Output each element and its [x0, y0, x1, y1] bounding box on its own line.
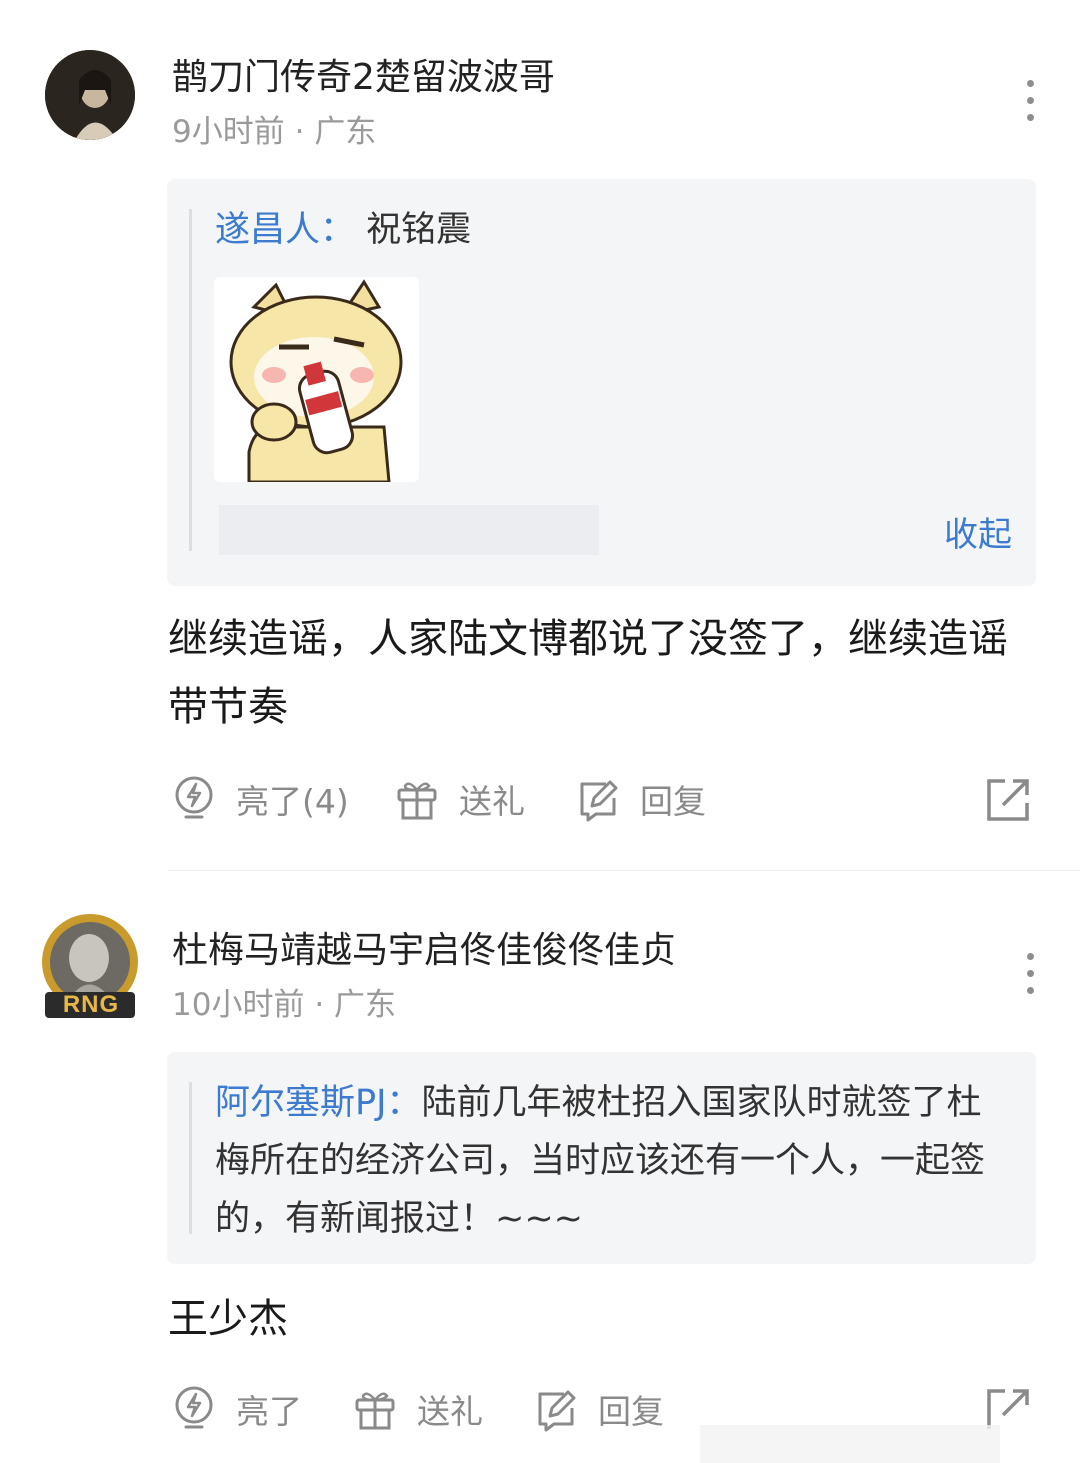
- share-button[interactable]: [985, 777, 1031, 827]
- lightning-bulb-icon: [175, 776, 213, 819]
- collapse-button[interactable]: 收起: [944, 507, 1012, 556]
- avatar[interactable]: [45, 50, 135, 140]
- more-icon[interactable]: [1027, 953, 1037, 1004]
- edit-reply-icon: [580, 780, 618, 822]
- blurred-text: [219, 505, 599, 555]
- like-button[interactable]: 亮了: [172, 1385, 302, 1433]
- gift-icon: [355, 1392, 395, 1430]
- quote-text: 阿尔塞斯PJ：陆前几年被杜招入国家队时就签了杜梅所在的经济公司，当时应该还有一个…: [215, 1074, 1015, 1248]
- meta-separator: ·: [294, 114, 315, 150]
- gift-icon: [397, 782, 437, 820]
- reply-button[interactable]: 回复: [576, 775, 706, 823]
- comment-item: 鹊刀门传奇2楚留波波哥 9小时前 · 广东 遂昌人： 祝铭震 收起 继续造谣，人…: [0, 0, 1080, 870]
- reply-button[interactable]: 回复: [534, 1385, 664, 1433]
- avatar-image: [45, 50, 135, 140]
- quote-author[interactable]: 阿尔塞斯PJ：: [215, 1083, 421, 1123]
- comment-divider: [168, 870, 1080, 871]
- reply-label: 回复: [640, 782, 706, 821]
- quote-content: 祝铭震: [366, 210, 472, 250]
- share-icon: [987, 1389, 1029, 1429]
- comment-meta: 10小时前 · 广东: [172, 979, 396, 1024]
- more-icon[interactable]: [1027, 80, 1037, 131]
- edit-reply-icon: [538, 1390, 576, 1432]
- lightning-bulb-icon: [175, 1386, 213, 1429]
- comment-time: 9小时前: [172, 114, 285, 150]
- avatar[interactable]: RNG: [37, 912, 143, 1018]
- shiba-sticker-icon: [214, 277, 419, 482]
- comment-body: 王少杰: [168, 1296, 288, 1342]
- comment-meta: 9小时前 · 广东: [172, 106, 376, 151]
- bottom-blur: [700, 1425, 1000, 1463]
- quote-content: 陆前几年被杜招入国家队时就签了杜梅所在的经济公司，当时应该还有一个人，一起签的，…: [215, 1083, 986, 1239]
- comment-location: 广东: [334, 987, 397, 1023]
- like-button[interactable]: 亮了(4): [172, 775, 349, 823]
- sticker-image[interactable]: [214, 277, 419, 482]
- gift-label: 送礼: [417, 1392, 483, 1431]
- like-label: 亮了(4): [236, 782, 349, 821]
- username[interactable]: 鹊刀门传奇2楚留波波哥: [172, 48, 555, 100]
- username[interactable]: 杜梅马靖越马宇启佟佳俊佟佳贞: [172, 921, 676, 973]
- quote-author[interactable]: 遂昌人：: [215, 210, 355, 250]
- like-label: 亮了: [236, 1392, 302, 1431]
- meta-separator: ·: [314, 987, 335, 1023]
- rng-avatar-frame: [42, 914, 138, 1018]
- quote-bar: [189, 209, 192, 551]
- comment-body: 继续造谣，人家陆文博都说了没签了，继续造谣带节奏: [168, 616, 1008, 730]
- quote-text: 遂昌人： 祝铭震: [215, 201, 471, 259]
- gift-button[interactable]: 送礼: [353, 1385, 483, 1433]
- reply-label: 回复: [598, 1392, 664, 1431]
- comment-time: 10小时前: [172, 987, 305, 1023]
- share-icon: [987, 779, 1029, 821]
- share-button[interactable]: [985, 1387, 1031, 1437]
- quote-bar: [189, 1082, 192, 1234]
- comment-location: 广东: [314, 114, 377, 150]
- gift-label: 送礼: [459, 782, 525, 821]
- rng-badge: RNG: [62, 991, 120, 1018]
- gift-button[interactable]: 送礼: [395, 775, 525, 823]
- quoted-reply[interactable]: 阿尔塞斯PJ：陆前几年被杜招入国家队时就签了杜梅所在的经济公司，当时应该还有一个…: [167, 1052, 1036, 1264]
